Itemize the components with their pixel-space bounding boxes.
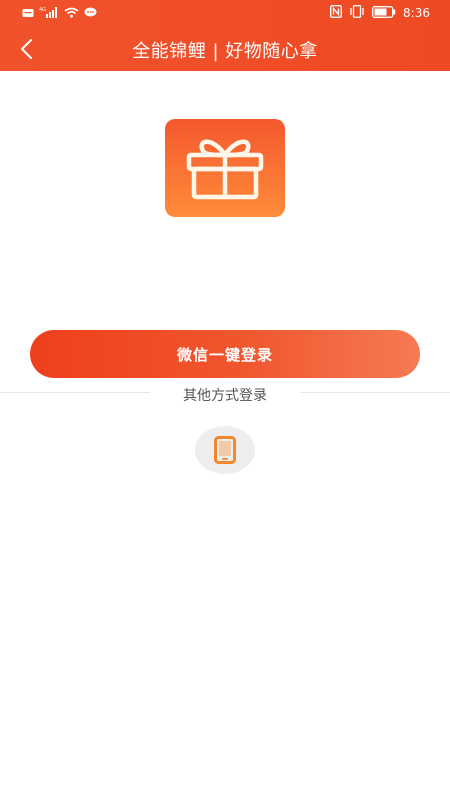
signal-icon: 4G bbox=[39, 6, 59, 21]
svg-text:4G: 4G bbox=[39, 7, 46, 13]
wechat-login-button[interactable]: 微信一键登录 bbox=[30, 330, 420, 378]
page-title: 全能锦鲤 | 好物随心拿 bbox=[132, 41, 318, 62]
vibrate-icon bbox=[349, 5, 365, 21]
app-header: 4G 8:36 全能锦鲤 | 好物随心拿 bbox=[0, 0, 450, 71]
app-logo bbox=[165, 119, 285, 217]
status-bar: 4G 8:36 bbox=[0, 0, 450, 26]
nfc-icon bbox=[330, 4, 343, 21]
wifi-icon bbox=[64, 7, 79, 21]
status-time: 8:36 bbox=[403, 6, 430, 20]
battery-icon bbox=[372, 5, 396, 21]
other-login-methods-label: 其他方式登录 bbox=[150, 386, 300, 406]
nav-bar: 全能锦鲤 | 好物随心拿 bbox=[0, 26, 450, 71]
chat-icon bbox=[84, 7, 97, 21]
status-bar-right: 8:36 bbox=[330, 4, 430, 21]
phone-login-button[interactable] bbox=[195, 426, 255, 474]
smartphone-icon bbox=[214, 436, 236, 464]
status-bar-left: 4G bbox=[22, 6, 97, 21]
sms-icon bbox=[22, 7, 34, 21]
gift-icon bbox=[186, 139, 264, 200]
